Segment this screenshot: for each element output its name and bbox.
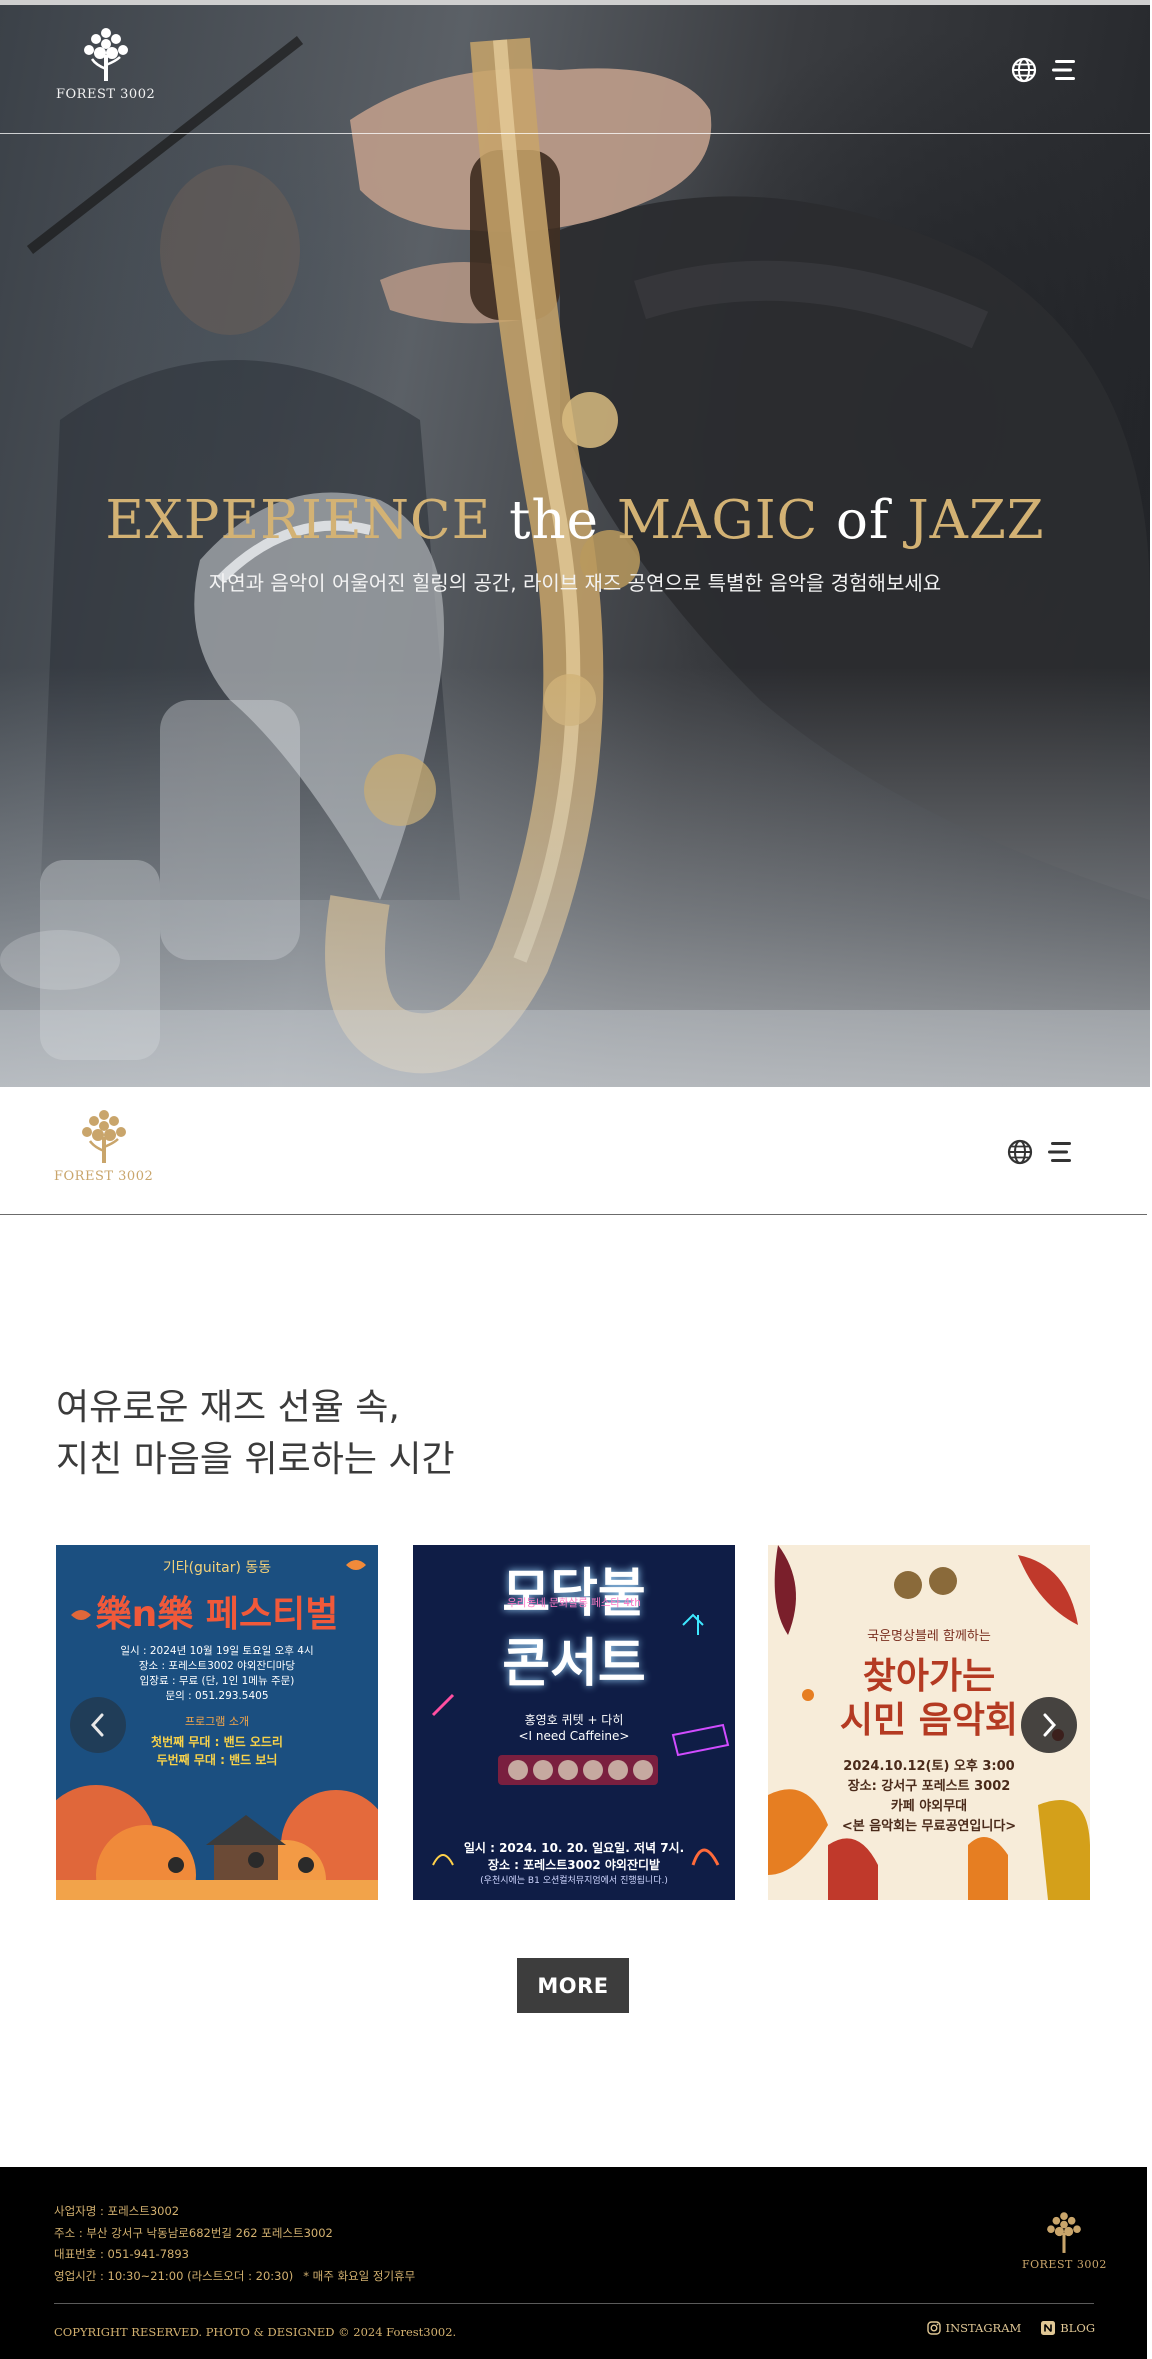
section-headline: 여유로운 재즈 선율 속, 지친 마음을 위로하는 시간: [56, 1382, 455, 1486]
holiday-note: * 매주 화요일 정기휴무: [303, 2268, 416, 2283]
sticky-navigation: FOREST 3002: [0, 1087, 1147, 1215]
nav-icons: [1011, 57, 1077, 83]
footer-divider: [54, 2303, 1094, 2304]
hero-title-of: of: [836, 490, 890, 551]
business-phone: 대표번호 : 051-941-7893: [54, 2247, 189, 2261]
tree-logo-icon: [81, 1110, 126, 1163]
globe-icon[interactable]: [1011, 57, 1037, 83]
business-info: 사업자명 : 포레스트3002 주소 : 부산 강서구 낙동남로682번길 26…: [54, 2201, 415, 2287]
business-name: 사업자명 : 포레스트3002: [54, 2204, 180, 2218]
poster-title: 모닥불: [502, 1564, 646, 1624]
business-hours-row: 영업시간 : 10:30~21:00 (라스트오더 : 20:30) * 매주 화…: [54, 2266, 415, 2288]
poster-title: 콘서트: [502, 1634, 646, 1694]
headline-line-2: 지친 마음을 위로하는 시간: [56, 1439, 455, 1480]
headline-line-1: 여유로운 재즈 선율 속,: [56, 1387, 400, 1428]
chevron-left-icon: [90, 1713, 104, 1737]
blog-label: BLOG: [1060, 2321, 1095, 2335]
poster-performer: 홍영호 퀴텟 + 다히: [524, 1713, 624, 1727]
blog-link[interactable]: BLOG: [1041, 2321, 1095, 2335]
poster-info: 일시 : 2024. 10. 20. 일요일. 저녁 7시.: [463, 1841, 685, 1855]
instagram-link[interactable]: INSTAGRAM: [926, 2321, 1022, 2335]
poster-card[interactable]: 모닥불 우리동네 문화살롱 페스타 4th 콘서트 홍영호 퀴텟 + 다히 <I…: [413, 1545, 735, 1900]
poster-info: 입장료 : 무료 (단, 1인 1메뉴 주문): [139, 1675, 295, 1687]
hero-title: EXPERIENCE the MAGIC of JAZZ: [0, 490, 1150, 551]
footer-logo[interactable]: FOREST 3002: [1022, 2210, 1107, 2271]
instagram-label: INSTAGRAM: [945, 2321, 1022, 2335]
hero-title-jazz: JAZZ: [907, 490, 1045, 551]
site-logo-sticky[interactable]: FOREST 3002: [54, 1107, 153, 1184]
copyright-text: COPYRIGHT RESERVED. PHOTO & DESIGNED © 2…: [54, 2325, 457, 2339]
poster-info: 장소 : 포레스트3002 야외잔디마당: [138, 1660, 296, 1672]
poster-info: 2024.10.12(토) 오후 3:00: [843, 1759, 1015, 1774]
poster-info: 장소: 강서구 포레스트 3002: [847, 1779, 1011, 1794]
poster-slider: 기타(guitar) 동동 樂n樂 페스티벌 일시 : 2024년 10월 19…: [56, 1545, 1090, 1900]
poster-kicker: 국운명상블레 함께하는: [867, 1629, 991, 1644]
more-button[interactable]: MORE: [517, 1958, 629, 2013]
site-logo[interactable]: FOREST 3002: [56, 25, 155, 102]
poster-info: <본 음악회는 무료공연입니다>: [841, 1819, 1017, 1834]
social-links: INSTAGRAM BLOG: [926, 2321, 1095, 2335]
hero-title-experience: EXPERIENCE: [105, 490, 492, 551]
poster-info: 카페 야외무대: [890, 1799, 968, 1814]
hamburger-menu-icon[interactable]: [1051, 59, 1077, 81]
tree-logo-icon: [1047, 2212, 1082, 2253]
logo-text: FOREST 3002: [1022, 2258, 1107, 2271]
poster-info: (우천시에는 B1 오션컬처뮤지엄에서 진행됩니다.): [480, 1876, 668, 1886]
nav-icons: [1007, 1139, 1073, 1165]
poster-performer: <I need Caffeine>: [518, 1729, 630, 1743]
slider-next-button[interactable]: [1021, 1697, 1077, 1753]
naver-blog-icon: [1041, 2321, 1056, 2335]
poster-kicker: 기타(guitar) 동동: [162, 1560, 272, 1576]
hero-section: FOREST 3002 EXPERIENCE the MAGIC of JAZZ…: [0, 0, 1150, 1087]
tree-logo-icon: [83, 28, 128, 81]
poster-info: 일시 : 2024년 10월 19일 토요일 오후 4시: [120, 1645, 314, 1657]
globe-icon[interactable]: [1007, 1139, 1033, 1165]
hero-title-the: the: [509, 490, 599, 551]
logo-text: FOREST 3002: [54, 1169, 154, 1184]
poster-kicker: 우리동네 문화살롱 페스타 4th: [507, 1597, 641, 1609]
poster-title: 樂n樂 페스티벌: [95, 1594, 339, 1635]
site-footer: 사업자명 : 포레스트3002 주소 : 부산 강서구 낙동남로682번길 26…: [0, 2167, 1147, 2359]
business-address: 주소 : 부산 강서구 낙동남로682번길 262 포레스트3002: [54, 2225, 333, 2240]
hero-title-magic: MAGIC: [616, 490, 819, 551]
instagram-icon: [926, 2321, 941, 2335]
chevron-right-icon: [1043, 1713, 1057, 1737]
slider-prev-button[interactable]: [70, 1697, 126, 1753]
hero-subtitle: 자연과 음악이 어울어진 힐링의 공간, 라이브 재즈 공연으로 특별한 음악을…: [208, 571, 942, 595]
poster-stage: 두번째 무대 : 밴드 보늬: [156, 1753, 278, 1767]
hamburger-menu-icon[interactable]: [1047, 1141, 1073, 1163]
top-navigation: FOREST 3002: [0, 5, 1150, 134]
poster-info: 장소 : 포레스트3002 야외잔디밭: [487, 1858, 661, 1872]
hero-haze: [0, 667, 1150, 1087]
business-hours: 영업시간 : 10:30~21:00 (라스트오더 : 20:30): [54, 2268, 294, 2283]
logo-text: FOREST 3002: [56, 87, 156, 102]
hero-text: EXPERIENCE the MAGIC of JAZZ 자연과 음악이 어울어…: [0, 490, 1150, 596]
